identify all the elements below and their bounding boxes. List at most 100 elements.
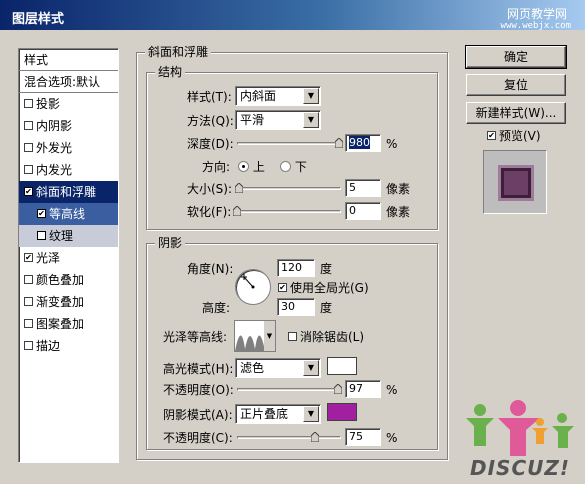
preview-checkbox[interactable]: ✔ (487, 131, 496, 140)
style-list-item-label: 光泽 (36, 251, 61, 265)
slider-thumb[interactable] (334, 138, 343, 148)
style-list-item-label: 等高线 (49, 207, 86, 221)
style-checkbox[interactable] (24, 165, 33, 174)
direction-down-option[interactable]: 下 (280, 160, 307, 174)
direction-up-option[interactable]: 上 (238, 160, 265, 174)
preview-swatch (498, 165, 534, 201)
slider-thumb[interactable] (311, 432, 319, 442)
style-list-item[interactable]: 描边 (19, 335, 118, 357)
style-list-item[interactable]: 渐变叠加 (19, 291, 118, 313)
shadow-opacity-slider[interactable] (237, 432, 341, 444)
preview-option[interactable]: ✔ 预览(V) (487, 129, 541, 143)
size-input[interactable]: 5 (345, 179, 381, 197)
style-checkbox[interactable]: ✔ (24, 187, 33, 196)
angle-value: 120 (281, 261, 302, 274)
highlight-mode-select[interactable]: 滤色 ▼ (235, 358, 321, 378)
slider-thumb[interactable] (235, 183, 244, 193)
window-title: 图层样式 (12, 12, 65, 27)
style-checkbox[interactable]: ✔ (24, 253, 33, 262)
altitude-value: 30 (281, 300, 295, 313)
ok-button[interactable]: 确定 (465, 45, 567, 69)
style-checkbox[interactable] (24, 275, 33, 284)
watermark-bottom: www.webjx.com (500, 21, 571, 31)
depth-input[interactable]: 980 (345, 134, 381, 152)
global-light-option[interactable]: ✔ 使用全局光(G) (278, 281, 369, 295)
depth-unit: % (386, 137, 398, 151)
direction-down-label: 下 (294, 160, 307, 174)
contour-curve-icon (235, 321, 265, 351)
style-checkbox[interactable] (24, 297, 33, 306)
size-value: 5 (349, 181, 356, 194)
style-list-item-label: 斜面和浮雕 (36, 185, 97, 199)
style-list-item[interactable]: 投影 (19, 93, 118, 115)
direction-up-radio[interactable] (238, 161, 249, 172)
slider-track (237, 210, 341, 213)
altitude-input[interactable]: 30 (277, 298, 315, 316)
style-list-item[interactable]: 颜色叠加 (19, 269, 118, 291)
reset-button[interactable]: 复位 (466, 74, 566, 96)
bevel-group-title: 斜面和浮雕 (145, 45, 212, 59)
style-list-item[interactable]: 混合选项:默认 (19, 71, 118, 93)
highlight-opacity-slider[interactable] (237, 384, 342, 396)
style-select[interactable]: 内斜面 ▼ (235, 86, 321, 106)
style-select-value: 内斜面 (240, 89, 277, 103)
style-checkbox[interactable]: ✔ (37, 209, 46, 218)
chevron-down-icon: ▼ (303, 88, 319, 104)
style-list-item-label: 图案叠加 (36, 317, 85, 331)
shadow-color-swatch[interactable] (327, 403, 357, 421)
shadow-mode-select[interactable]: 正片叠底 ▼ (235, 404, 321, 424)
soften-slider[interactable] (233, 206, 341, 218)
global-light-checkbox[interactable]: ✔ (278, 283, 287, 292)
gloss-contour-picker[interactable]: ▼ (234, 320, 276, 352)
highlight-opacity-input[interactable]: 97 (345, 380, 381, 398)
shadow-opacity-input[interactable]: 75 (345, 428, 381, 446)
shadow-opacity-value: 75 (349, 430, 363, 443)
antialias-option[interactable]: 消除锯齿(L) (288, 330, 364, 344)
soften-input[interactable]: 0 (345, 202, 381, 220)
style-list-item[interactable]: ✔ 等高线 (19, 203, 118, 225)
style-checkbox[interactable] (37, 231, 46, 240)
depth-slider[interactable] (237, 138, 343, 150)
direction-label: 方向: (202, 160, 231, 174)
style-checkbox[interactable] (24, 319, 33, 328)
style-list-item[interactable]: ✔ 斜面和浮雕 (19, 181, 118, 203)
chevron-down-icon: ▼ (264, 321, 275, 351)
style-list-item[interactable]: 内阴影 (19, 115, 118, 137)
style-list-item[interactable]: 纹理 (19, 225, 118, 247)
slider-thumb[interactable] (333, 384, 342, 394)
preview-label: 预览(V) (499, 129, 541, 143)
title-bar[interactable]: 图层样式 网页教学网 www.webjx.com (0, 0, 585, 31)
highlight-color-swatch[interactable] (327, 357, 357, 375)
discuz-logo: DISCUZ! (462, 400, 582, 484)
style-list-item[interactable]: 内发光 (19, 159, 118, 181)
slider-track (237, 436, 341, 439)
slider-track (237, 142, 341, 145)
slider-thumb[interactable] (233, 206, 241, 216)
preview-thumbnail (483, 150, 547, 214)
style-list-item[interactable]: 样式 (19, 49, 118, 71)
style-checkbox[interactable] (24, 99, 33, 108)
highlight-opacity-label: 不透明度(O): (163, 383, 234, 397)
size-unit: 像素 (386, 182, 411, 196)
shadow-mode-value: 正片叠底 (240, 407, 289, 421)
angle-input[interactable]: 120 (277, 259, 315, 277)
style-checkbox[interactable] (24, 121, 33, 130)
style-list-item[interactable]: ✔ 光泽 (19, 247, 118, 269)
angle-unit: 度 (320, 262, 333, 276)
technique-select[interactable]: 平滑 ▼ (235, 110, 321, 130)
direction-down-radio[interactable] (280, 161, 291, 172)
chevron-down-icon: ▼ (303, 360, 319, 376)
angle-dial[interactable] (235, 269, 271, 305)
antialias-label: 消除锯齿(L) (300, 330, 365, 344)
antialias-checkbox[interactable] (288, 332, 297, 341)
highlight-opacity-value: 97 (349, 382, 363, 395)
style-list-item[interactable]: 图案叠加 (19, 313, 118, 335)
new-style-button[interactable]: 新建样式(W)... (466, 102, 566, 124)
style-list-item[interactable]: 外发光 (19, 137, 118, 159)
depth-value: 980 (349, 136, 370, 149)
style-checkbox[interactable] (24, 341, 33, 350)
style-checkbox[interactable] (24, 143, 33, 152)
size-slider[interactable] (235, 183, 341, 195)
soften-unit: 像素 (386, 205, 411, 219)
global-light-label: 使用全局光(G) (290, 281, 369, 295)
